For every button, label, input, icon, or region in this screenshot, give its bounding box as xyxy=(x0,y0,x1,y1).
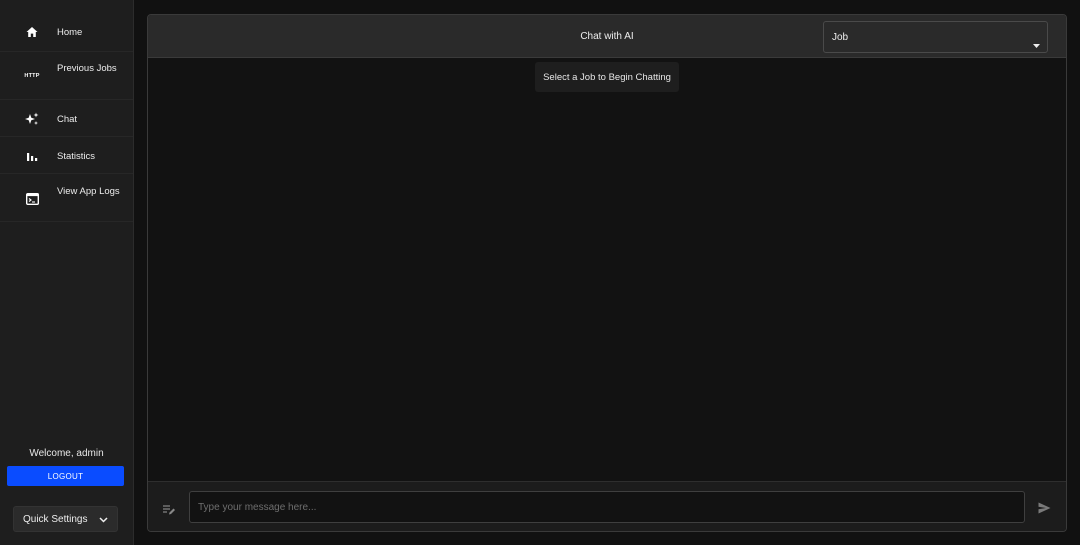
quick-settings-button[interactable]: Quick Settings xyxy=(13,506,118,532)
quick-settings-label: Quick Settings xyxy=(23,513,88,525)
sidebar-item-view-app-logs[interactable]: View App Logs xyxy=(0,174,133,222)
sidebar-item-label: Statistics xyxy=(57,151,96,162)
sidebar-item-previous-jobs[interactable]: HTTP Previous Jobs xyxy=(0,52,133,100)
welcome-text: Welcome, admin xyxy=(29,448,104,459)
chat-panel: Chat with AI Job Select a Job to Begin C… xyxy=(147,14,1067,532)
job-select-value: Job xyxy=(832,32,849,43)
sidebar-item-label: Home xyxy=(57,27,83,38)
message-composer xyxy=(148,481,1066,531)
bar-chart-icon xyxy=(24,148,40,164)
sidebar-item-label: Previous Jobs xyxy=(57,63,117,74)
logout-button[interactable]: LOGOUT xyxy=(7,466,124,486)
empty-state-hint: Select a Job to Begin Chatting xyxy=(535,62,679,92)
sidebar-item-home[interactable]: Home xyxy=(0,12,133,52)
sidebar-item-chat[interactable]: Chat xyxy=(0,100,133,137)
prompt-edit-icon[interactable] xyxy=(163,502,175,520)
message-input[interactable] xyxy=(189,491,1025,523)
sidebar-item-label: View App Logs xyxy=(57,186,120,197)
chevron-down-icon xyxy=(99,515,108,526)
sidebar-item-statistics[interactable]: Statistics xyxy=(0,137,133,174)
home-icon xyxy=(24,24,40,40)
sparkle-icon xyxy=(24,111,40,127)
chat-header: Chat with AI Job xyxy=(148,15,1066,58)
chat-messages-area: Select a Job to Begin Chatting xyxy=(148,59,1066,481)
send-icon[interactable] xyxy=(1038,501,1051,519)
terminal-icon xyxy=(24,191,40,207)
http-icon: HTTP xyxy=(24,73,40,79)
caret-down-icon xyxy=(1033,35,1040,53)
sidebar: Home HTTP Previous Jobs Chat Statistics xyxy=(0,0,134,545)
job-select[interactable]: Job xyxy=(823,21,1048,53)
sidebar-item-label: Chat xyxy=(57,114,78,125)
